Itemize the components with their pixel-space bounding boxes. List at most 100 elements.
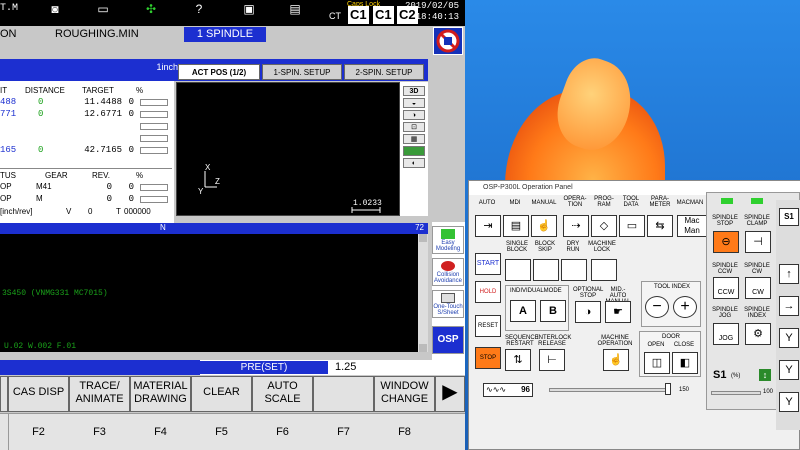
- override-slider-thumb[interactable]: [665, 383, 671, 395]
- view-tool-button[interactable]: ◒: [403, 98, 425, 108]
- mode-label: AUTO: [478, 200, 496, 206]
- axis-y-button[interactable]: Y: [779, 328, 799, 348]
- tool-index-plus-button[interactable]: +: [673, 296, 697, 318]
- sequence-restart-button[interactable]: ⇅: [505, 349, 531, 371]
- scroll-down-arrow[interactable]: [419, 344, 427, 352]
- axis-up-arrow-icon[interactable]: ↑: [779, 264, 799, 284]
- interlock-label: INTERLOCK RELEASE: [537, 335, 572, 347]
- tab-1-spin-setup[interactable]: 1-SPIN. SETUP: [262, 64, 342, 80]
- graphics-viewport[interactable]: X Z Y 1.0233: [176, 82, 400, 216]
- program-scrollbar[interactable]: [418, 234, 428, 352]
- block-skip-button[interactable]: [533, 259, 559, 281]
- program-mode-button[interactable]: ◇: [591, 215, 617, 237]
- screen-icon[interactable]: ▭: [94, 2, 112, 16]
- program-listing[interactable]: 3S450 (VNMG331 MC7015) U.02 W.002 F.01: [0, 234, 428, 352]
- spindle-cw-button[interactable]: CW: [745, 277, 771, 299]
- mode-b-button[interactable]: B: [540, 300, 566, 322]
- fkey-material-drawing[interactable]: MATERIAL DRAWING: [130, 376, 191, 412]
- one-touch-sheet-button[interactable]: One-Touch S/Sheet: [432, 290, 464, 318]
- top-status-bar: T.M ◙ ▭ ✣ ? ▣ ▤ CT Caps Lock C1 C1 C2 20…: [0, 0, 465, 26]
- feed-hold-button[interactable]: HOLD: [475, 281, 501, 303]
- tool-index-minus-button[interactable]: −: [645, 296, 669, 318]
- axis-y-neg-button[interactable]: Y: [779, 392, 799, 412]
- machine-operation-button[interactable]: ☝: [603, 349, 629, 371]
- single-block-button[interactable]: [505, 259, 531, 281]
- spindle-ccw-button[interactable]: CCW: [713, 277, 739, 299]
- cycle-start-button[interactable]: START: [475, 253, 501, 275]
- tab-act-pos[interactable]: ACT POS (1/2): [178, 64, 260, 80]
- fkey-window-change[interactable]: WINDOW CHANGE: [374, 376, 435, 412]
- view-tool-button[interactable]: ⊡: [403, 122, 425, 132]
- spindle-jog-button[interactable]: JOG: [713, 323, 739, 345]
- network-icon[interactable]: ✣: [142, 2, 160, 16]
- pct-value: 0: [128, 145, 134, 155]
- toggle-switch-icon[interactable]: ◐: [403, 158, 425, 168]
- fkey-trace-animate[interactable]: TRACE/ ANIMATE: [69, 376, 130, 412]
- program-line-count: 72: [415, 223, 424, 232]
- next-page-arrow-icon[interactable]: ▶: [435, 376, 465, 412]
- machine-op-label: MACHINE OPERATION: [597, 335, 633, 347]
- distance-value: 0: [38, 109, 44, 119]
- mid-auto-manual-button[interactable]: ☛: [605, 301, 631, 323]
- collision-avoidance-button[interactable]: Collision Avoidance: [432, 258, 464, 286]
- machine-lock-button[interactable]: [591, 259, 617, 281]
- axis-right-arrow-icon[interactable]: →: [779, 296, 799, 316]
- mode-label: OPERA- TION: [563, 196, 587, 208]
- optional-stop-button[interactable]: ◑: [575, 301, 601, 323]
- fkey-auto-scale[interactable]: AUTO SCALE: [252, 376, 313, 412]
- spindle-stop-button[interactable]: ⊖: [713, 231, 739, 253]
- help-icon[interactable]: ?: [190, 2, 208, 16]
- spindle-index-button[interactable]: ⚙: [745, 323, 771, 345]
- spindle-label: SPINDLE CW: [744, 263, 770, 275]
- fkey-clear[interactable]: CLEAR: [191, 376, 252, 412]
- target-value: 42.7165: [84, 145, 122, 155]
- mdi-mode-button[interactable]: ▤: [503, 215, 529, 237]
- spindle-stepper-icon[interactable]: ↕: [759, 369, 771, 381]
- col-header: TARGET: [82, 86, 114, 95]
- spindle-clamp-button[interactable]: ⊣: [745, 231, 771, 253]
- easy-modeling-button[interactable]: Easy Modeling: [432, 226, 464, 254]
- tool-data-button[interactable]: ▭: [619, 215, 645, 237]
- parameter-button[interactable]: ⇆: [647, 215, 673, 237]
- osp-logo-button[interactable]: OSP: [432, 326, 464, 354]
- col-header: %: [136, 86, 144, 95]
- axis-y-down-button[interactable]: Y: [779, 360, 799, 380]
- operation-mode-button[interactable]: ⇢: [563, 215, 589, 237]
- view-tool-button[interactable]: [403, 146, 425, 156]
- scroll-up-arrow[interactable]: [419, 234, 427, 242]
- clock-date: 2019/02/05: [404, 1, 459, 11]
- view-tool-button[interactable]: ▦: [403, 134, 425, 144]
- tab-2-spin-setup[interactable]: 2-SPIN. SETUP: [344, 64, 424, 80]
- interlock-release-button[interactable]: ⊢: [539, 349, 565, 371]
- manual-mode-button[interactable]: ☝: [531, 215, 557, 237]
- axis-z-label: Z: [215, 177, 220, 186]
- mode-row: ON ROUGHING.MIN 1 SPINDLE: [0, 26, 432, 43]
- macman-button[interactable]: Mac Man: [677, 215, 707, 237]
- spindle-selector[interactable]: 1 SPINDLE: [184, 27, 266, 42]
- status-header: %: [136, 171, 144, 180]
- input-value[interactable]: 1.25: [335, 361, 356, 373]
- camera-icon[interactable]: ◙: [46, 2, 64, 16]
- no-entry-icon[interactable]: [433, 27, 463, 55]
- door-close-button[interactable]: ◧: [672, 352, 698, 374]
- fkey-cas-disp[interactable]: CAS DISP: [8, 376, 69, 412]
- auto-mode-button[interactable]: ⇥: [475, 215, 501, 237]
- reset-button[interactable]: RESET: [475, 315, 501, 337]
- 3d-view-button[interactable]: 3D: [403, 86, 425, 96]
- window-icon[interactable]: ▣: [240, 2, 258, 16]
- fkey-number: F7: [337, 426, 350, 438]
- feed-override-indicator: ∿∿∿ 96: [483, 383, 533, 397]
- spindle-override-label: S1: [713, 369, 727, 381]
- fkey-blank[interactable]: [313, 376, 374, 412]
- view-tool-button[interactable]: ◑: [403, 110, 425, 120]
- spindle-slider-track[interactable]: [711, 391, 761, 395]
- load-bar: [140, 147, 168, 154]
- emergency-stop-button[interactable]: STOP: [475, 347, 501, 369]
- override-slider-track[interactable]: [549, 388, 669, 392]
- s1-button[interactable]: S1: [779, 208, 799, 226]
- mode-a-button[interactable]: A: [510, 300, 536, 322]
- sheet-icon: [441, 293, 455, 303]
- door-open-button[interactable]: ◫: [644, 352, 670, 374]
- document-icon[interactable]: ▤: [286, 2, 304, 16]
- dry-run-button[interactable]: [561, 259, 587, 281]
